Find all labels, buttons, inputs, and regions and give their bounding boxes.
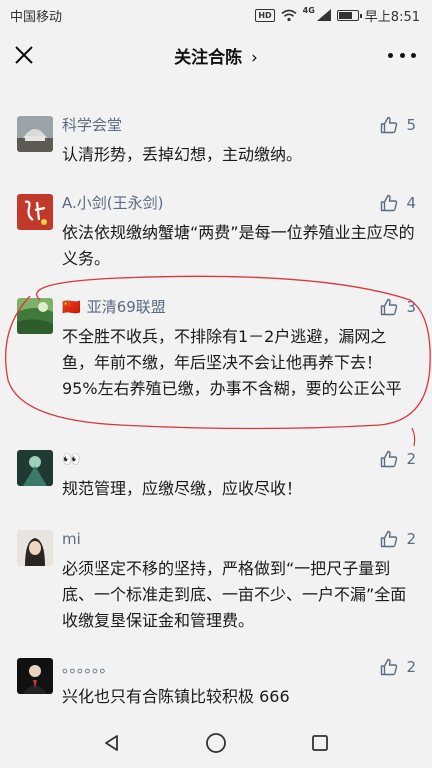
close-icon [15,46,33,64]
avatar[interactable] [17,116,53,152]
comment-text: 不全胜不收兵，不排除有1－2户逃避，漏网之鱼，年前不缴，年后坚决不会让他再养下去… [62,327,402,398]
comment-author[interactable]: 科学会堂 [62,116,122,134]
comment-text: 认清形势，丢掉幻想，主动缴纳。 [62,145,303,164]
recents-square-icon [312,735,329,751]
comment-text: 依法依规缴纳蟹塘“两费”是每一位养殖业主应尽的义务。 [62,223,415,268]
back-button[interactable] [102,733,122,753]
avatar[interactable] [17,298,53,334]
avatar[interactable] [17,450,53,486]
comment-author[interactable]: 👀 [62,450,81,468]
thumbs-up-icon [381,194,398,212]
comment-author[interactable]: mi [62,530,81,548]
signal-icon [316,9,331,21]
like-count: 2 [406,450,416,468]
avatar[interactable] [17,658,53,694]
battery-icon [336,9,362,21]
system-nav-bar [0,718,432,768]
recents-button[interactable] [310,733,330,753]
clock: 早上8:51 [364,9,420,25]
like-count: 5 [406,116,416,134]
comment-text: 规范管理，应缴尽缴，应收尽收！ [62,479,303,498]
like-button[interactable]: 2 [380,450,416,468]
page-title[interactable]: 关注合陈 › [174,43,258,68]
close-button[interactable] [12,43,36,67]
chevron-right-icon: › [251,47,258,68]
back-triangle-icon [104,735,118,751]
carrier-label: 中国移动 [10,9,63,25]
thumbs-up-icon [381,298,398,316]
dot [388,52,393,58]
like-count: 2 [406,658,416,676]
status-icons: HD 4G 早上8:51 [255,6,420,25]
like-button[interactable]: 2 [380,530,416,548]
like-button[interactable]: 5 [380,116,416,134]
wifi-icon [281,9,297,21]
dot [411,52,416,58]
like-button[interactable]: 4 [380,194,416,212]
thumbs-up-icon [381,658,398,676]
like-button[interactable]: 3 [380,298,416,316]
comment-author[interactable]: A.小剑(王永剑) [62,194,163,212]
avatar[interactable] [17,530,53,566]
thumbs-up-icon [381,530,398,548]
avatar[interactable] [17,194,53,230]
comment-author[interactable]: 。。。。。。 [62,658,115,676]
comment-list[interactable]: 科学会堂 5 认清形势，丢掉幻想，主动缴纳。 A.小剑(王永剑) 4 依法依规缴… [0,80,432,718]
network-label: 4G [302,5,315,15]
comment-text: 必须坚定不移的坚持，严格做到“一把尺子量到底、一个标准走到底、一亩不少、一户不漏… [62,559,407,630]
home-button[interactable] [205,732,227,754]
comment-text: 兴化也只有合陈镇比较积极 666 [62,687,290,706]
comment-author[interactable]: 🇨🇳 亚清69联盟 [62,298,166,316]
comment-author-name: 亚清69联盟 [86,298,166,316]
page-title-text: 关注合陈 [174,47,243,68]
status-bar: 中国移动 HD 4G 早上8:51 [0,0,432,30]
nav-bar: 关注合陈 › [0,30,432,80]
more-button[interactable] [388,43,416,67]
dot [399,52,405,58]
like-count: 2 [406,530,416,548]
like-button[interactable]: 2 [380,658,416,676]
thumbs-up-icon [381,450,398,468]
like-count: 4 [406,194,416,212]
hd-badge: HD [255,8,275,22]
home-circle-icon [206,733,226,753]
like-count: 3 [406,298,416,316]
flag-icon: 🇨🇳 [62,298,81,316]
thumbs-up-icon [381,116,398,134]
